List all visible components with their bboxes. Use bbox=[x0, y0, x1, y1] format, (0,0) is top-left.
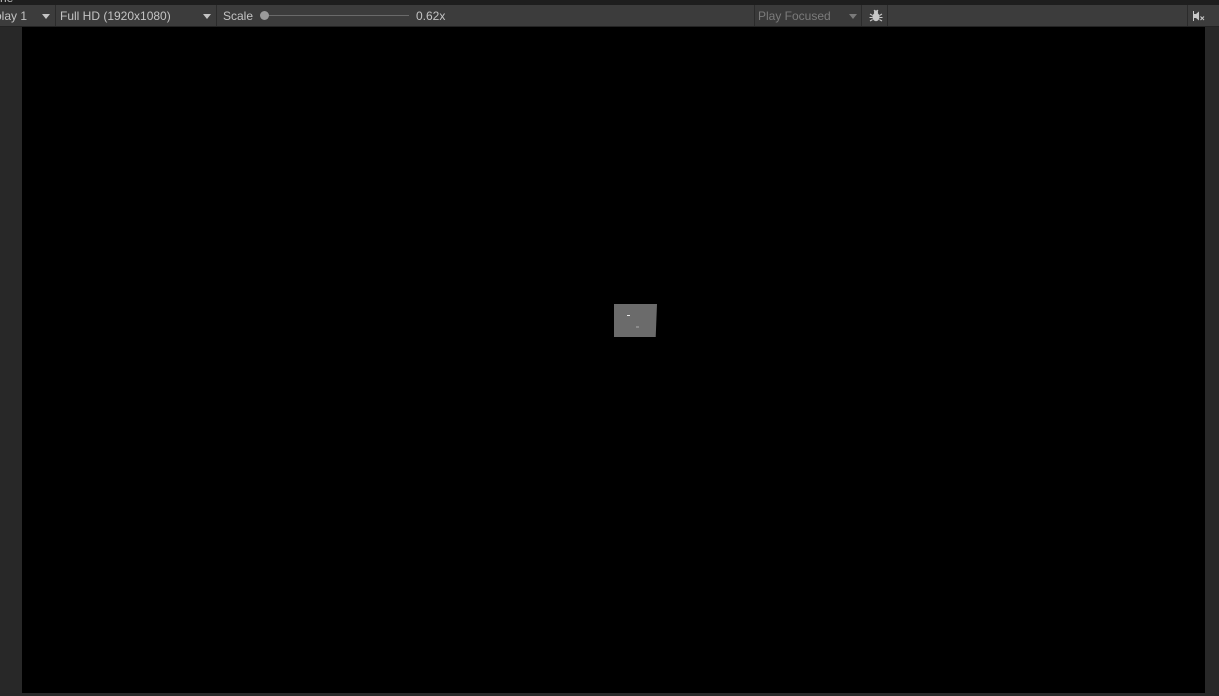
scale-label: Scale bbox=[223, 8, 254, 23]
scale-slider-track[interactable] bbox=[265, 15, 409, 16]
chevron-down-icon bbox=[203, 14, 211, 19]
object-highlight bbox=[627, 315, 630, 316]
scale-slider-thumb[interactable] bbox=[260, 11, 269, 20]
audio-mute-button[interactable] bbox=[1187, 5, 1209, 26]
chevron-down-icon bbox=[42, 14, 50, 19]
game-view-viewport[interactable] bbox=[22, 27, 1205, 693]
resolution-dropdown-label: Full HD (1920x1080) bbox=[60, 8, 171, 23]
left-panel-gutter bbox=[0, 27, 22, 696]
scale-control: Scale 0.62x bbox=[217, 5, 457, 26]
game-scene-object bbox=[614, 304, 657, 337]
chevron-down-icon bbox=[849, 14, 857, 19]
right-panel-gutter bbox=[1205, 27, 1219, 696]
play-mode-dropdown[interactable]: Play Focused bbox=[754, 5, 862, 26]
display-dropdown-label: olay 1 bbox=[0, 8, 28, 23]
frame-debugger-button[interactable] bbox=[864, 5, 888, 26]
scale-value: 0.62x bbox=[416, 9, 446, 23]
audio-mute-icon bbox=[1192, 10, 1204, 21]
game-view-toolbar: olay 1 Full HD (1920x1080) Scale 0.62x P… bbox=[0, 5, 1219, 27]
bug-icon bbox=[869, 9, 882, 21]
object-detail bbox=[636, 326, 639, 328]
resolution-dropdown[interactable]: Full HD (1920x1080) bbox=[56, 5, 217, 26]
display-dropdown[interactable]: olay 1 bbox=[0, 5, 56, 26]
play-mode-label: Play Focused bbox=[758, 8, 831, 23]
